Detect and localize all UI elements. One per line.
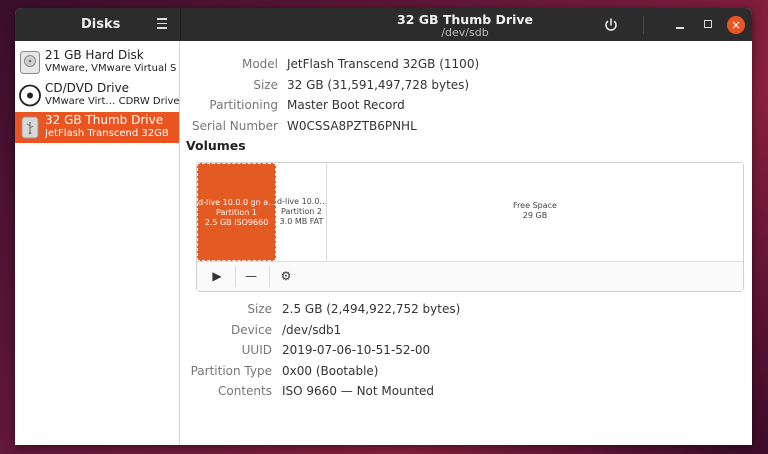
close-icon[interactable]: ×	[727, 16, 745, 34]
sidebar-header: Disks	[15, 8, 181, 41]
device-label: Device	[230, 323, 272, 337]
drive-name: 21 GB Hard Disk	[45, 48, 144, 62]
segment-size: 2.5 GB ISO9660	[204, 218, 269, 227]
usb-drive-icon	[19, 115, 41, 140]
size-value: 32 GB (31,591,497,728 bytes)	[287, 78, 470, 92]
volume-toolbar: ▶ — ⚙	[197, 261, 743, 291]
segment-label: d-live 10.0…	[277, 197, 326, 206]
segment-label: d-live 10.0.0 gn a…	[198, 198, 275, 207]
drive-details: Model JetFlash Transcend 32GB (1100) Siz…	[180, 41, 752, 445]
volumes-heading: Volumes	[186, 138, 246, 153]
disks-window: Disks 32 GB Thumb Drive /dev/sdb × 21 GB…	[15, 8, 752, 445]
segment-partition: Partition 1	[216, 208, 257, 217]
device-value: /dev/sdb1	[282, 323, 342, 337]
segment-size: 3.0 MB FAT	[279, 217, 324, 226]
hamburger-menu-icon[interactable]	[153, 15, 171, 33]
optical-drive-icon	[19, 83, 41, 108]
maximize-icon[interactable]	[700, 16, 716, 32]
model-label: Model	[241, 57, 278, 71]
partitioning-value: Master Boot Record	[287, 98, 405, 112]
segment-partition: Partition 2	[281, 207, 322, 216]
play-icon[interactable]: ▶	[199, 262, 235, 291]
header-separator	[643, 16, 644, 34]
drive-item-thumb-drive[interactable]: 32 GB Thumb Drive JetFlash Transcend 32G…	[15, 112, 179, 143]
partition-2-segment[interactable]: d-live 10.0… Partition 2 3.0 MB FAT	[277, 163, 327, 261]
gears-settings-icon[interactable]: ⚙	[268, 262, 304, 291]
segment-label: Free Space	[513, 201, 557, 210]
drive-name: CD/DVD Drive	[45, 81, 129, 95]
hard-disk-icon	[19, 50, 41, 75]
drive-item-cd-dvd[interactable]: CD/DVD Drive VMware Virt… CDRW Drive	[15, 80, 179, 111]
window-title: 32 GB Thumb Drive	[397, 12, 533, 27]
uuid-label: UUID	[241, 343, 272, 357]
partition-1-segment[interactable]: d-live 10.0.0 gn a… Partition 1 2.5 GB I…	[197, 163, 276, 261]
contents-value: ISO 9660 — Not Mounted	[282, 384, 435, 398]
drive-item-hard-disk[interactable]: 21 GB Hard Disk VMware, VMware Virtual S	[15, 47, 179, 78]
size-label: Size	[253, 78, 278, 92]
partition-size-label: Size	[247, 302, 272, 316]
partition-size-value: 2.5 GB (2,494,922,752 bytes)	[282, 302, 461, 316]
contents-label: Contents	[218, 384, 272, 398]
free-space-segment[interactable]: Free Space 29 GB	[327, 163, 743, 261]
serial-number-value: W0CSSA8PZTB6PNHL	[287, 119, 417, 133]
partitioning-label: Partitioning	[209, 98, 278, 112]
model-value: JetFlash Transcend 32GB (1100)	[287, 57, 480, 71]
drive-name: 32 GB Thumb Drive	[45, 113, 164, 127]
minimize-icon[interactable]	[672, 16, 688, 32]
segment-size: 29 GB	[522, 211, 548, 220]
volume-map: d-live 10.0.0 gn a… Partition 1 2.5 GB I…	[196, 162, 744, 292]
window-subtitle: /dev/sdb	[441, 26, 489, 39]
app-title: Disks	[81, 17, 121, 32]
header-bar: Disks 32 GB Thumb Drive /dev/sdb ×	[15, 8, 752, 41]
partition-type-label: Partition Type	[190, 364, 272, 378]
serial-number-label: Serial Number	[192, 119, 278, 133]
power-off-icon[interactable]	[602, 16, 620, 34]
partition-type-value: 0x00 (Bootable)	[282, 364, 379, 378]
uuid-value: 2019-07-06-10-51-52-00	[282, 343, 431, 357]
delete-partition-icon[interactable]: —	[233, 262, 269, 291]
